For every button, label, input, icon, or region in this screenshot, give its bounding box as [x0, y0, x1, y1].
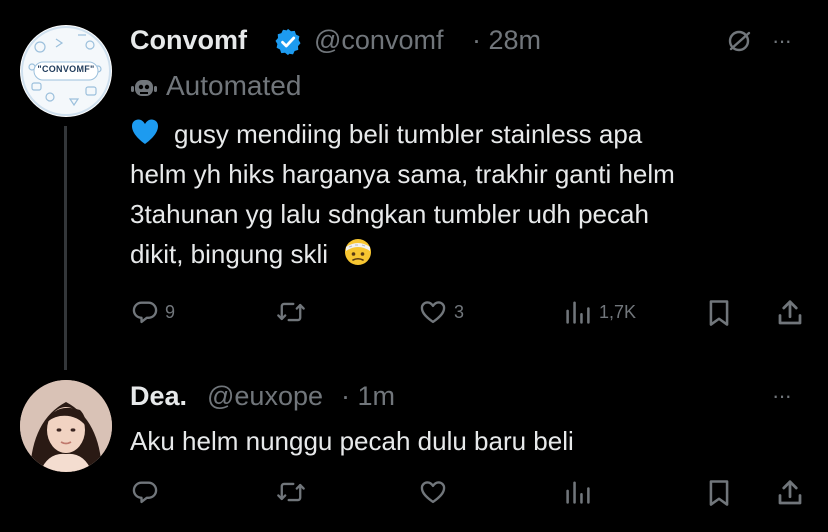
like-button[interactable]	[418, 478, 448, 511]
views-icon	[566, 481, 590, 504]
share-button[interactable]	[775, 478, 805, 513]
tweet-line-1: gusy mendiing beli tumbler stainless apa	[130, 114, 675, 154]
tweet-line-3: 3tahunan yg lalu sdngkan tumbler udh pec…	[130, 199, 649, 229]
robot-icon	[130, 74, 158, 107]
like-count: 3	[454, 301, 465, 322]
reply-icon	[132, 481, 158, 504]
thread-connector	[64, 126, 67, 370]
display-name[interactable]: Convomf	[130, 25, 247, 56]
bookmark-icon	[709, 300, 729, 326]
tweet-line-4: dikit, bingung skli	[130, 234, 675, 274]
avatar-photo	[20, 380, 112, 472]
bookmark-button[interactable]	[706, 298, 732, 333]
views-count: 1,7K	[599, 301, 637, 322]
views-button[interactable]	[563, 478, 593, 511]
like-button[interactable]: 3	[418, 298, 464, 326]
handle[interactable]: @convomf	[314, 25, 443, 56]
avatar-text: "CONVOMF"	[37, 64, 95, 74]
tweet-body: gusy mendiing beli tumbler stainless apa…	[130, 114, 675, 274]
views-button[interactable]: 1,7K	[563, 298, 636, 326]
bookmark-button[interactable]	[706, 478, 732, 513]
avatar-dea[interactable]	[20, 380, 112, 472]
repost-button[interactable]	[276, 298, 312, 326]
more-icon[interactable]: ···	[772, 28, 792, 54]
views-icon	[566, 301, 590, 324]
heart-emoji-icon	[132, 119, 158, 144]
timestamp[interactable]: · 1m	[341, 381, 395, 412]
reply-count: 9	[165, 301, 176, 322]
reply-button[interactable]	[131, 478, 159, 511]
bandage-face-emoji-icon	[345, 239, 372, 265]
like-icon	[420, 481, 446, 504]
tweet-line-4-text: dikit, bingung skli	[130, 239, 328, 269]
display-name[interactable]: Dea.	[130, 381, 187, 412]
share-icon	[778, 480, 802, 505]
reply-button[interactable]: 9	[131, 298, 175, 326]
handle[interactable]: @euxope	[207, 381, 323, 412]
repost-button[interactable]	[276, 478, 306, 511]
bookmark-icon	[709, 480, 729, 506]
grok-icon[interactable]	[724, 26, 754, 61]
share-button[interactable]	[775, 298, 805, 333]
automated-label[interactable]: Automated	[166, 70, 301, 102]
repost-icon	[277, 302, 305, 322]
tweet-body: Aku helm nunggu pecah dulu baru beli	[130, 426, 574, 456]
reply-icon	[132, 301, 158, 324]
like-icon	[420, 301, 446, 324]
timestamp[interactable]: · 28m	[472, 25, 541, 56]
tweet-line-2: helm yh hiks harganya sama, trakhir gant…	[130, 159, 675, 189]
verified-icon	[273, 27, 303, 62]
repost-icon	[277, 482, 305, 502]
tweet-line-1-text: gusy mendiing beli tumbler stainless apa	[174, 119, 643, 149]
more-icon[interactable]: ···	[772, 383, 792, 409]
share-icon	[778, 300, 802, 325]
avatar-convomf[interactable]: "CONVOMF"	[20, 25, 112, 117]
